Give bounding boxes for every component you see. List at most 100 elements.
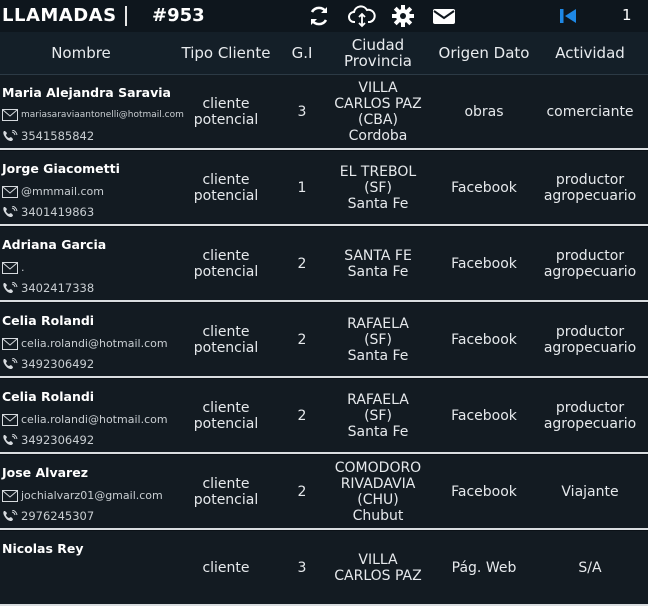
app-title: LLAMADAS (2, 5, 117, 26)
provincia-line: Cordoba (348, 127, 408, 144)
contact-phone[interactable]: 3492306492 (2, 433, 94, 447)
ciudad-line: VILLA (358, 551, 398, 568)
col-ciudad-provincia[interactable]: Ciudad Provincia (322, 32, 434, 74)
ciudad-line: RAFAELA (347, 391, 409, 408)
actividad-line: agropecuario (543, 415, 637, 432)
origen-dato-cell: Facebook (451, 255, 517, 272)
actividad-line: productor (555, 247, 625, 264)
table-row[interactable]: Celia Rolandi celia.rolandi@hotmail.com 34… (0, 379, 648, 454)
ciudad-line: SANTA FE (344, 247, 412, 264)
email-text: mariasaraviaantonelli@hotmail.com (21, 110, 184, 120)
contact-email[interactable]: @mmmail.com (2, 185, 104, 198)
page-count: 1 (622, 6, 632, 24)
refresh-icon[interactable] (307, 4, 331, 28)
actividad-line: agropecuario (543, 339, 637, 356)
contact-name: Celia Rolandi (2, 313, 95, 328)
gear-icon[interactable] (391, 4, 415, 28)
cloud-sync-icon[interactable] (348, 4, 376, 28)
contact-phone[interactable]: 3492306492 (2, 357, 94, 371)
origen-dato-cell: Facebook (451, 483, 517, 500)
ciudad-provincia-cell: VILLA CARLOS PAZ (CBA) Cordoba (322, 75, 434, 148)
tipo-line: cliente (202, 475, 250, 492)
ciudad-provincia-cell: SANTA FE Santa Fe (322, 227, 434, 300)
col-actividad[interactable]: Actividad (534, 32, 646, 74)
table-row[interactable]: Nicolas Rey cliente 3 VILLA CARLOS PAZ Pág. W… (0, 531, 648, 606)
phone-text: 3492306492 (21, 433, 95, 447)
provincia-line: Santa Fe (347, 347, 409, 364)
ciudad-line: CARLOS PAZ (334, 95, 422, 112)
ciudad-line: COMODORO (334, 459, 422, 476)
phone-icon (2, 358, 18, 370)
mail-icon (2, 185, 18, 198)
provincia-line: Santa Fe (347, 423, 409, 440)
contact-email[interactable]: mariasaraviaantonelli@hotmail.com (2, 109, 184, 121)
actividad-cell: productor agropecuario (534, 379, 646, 452)
ciudad-line: EL TREBOL (339, 163, 417, 180)
email-text: jochialvarz01@gmail.com (21, 489, 163, 502)
phone-icon (2, 434, 18, 446)
phone-text: 3401419863 (21, 205, 95, 219)
gi-cell: 2 (297, 255, 307, 272)
ciudad-line: VILLA (358, 79, 398, 96)
table-row[interactable]: Jorge Giacometti @mmmail.com 3401419863 cli… (0, 151, 648, 226)
actividad-line: productor (555, 399, 625, 416)
origen-dato-cell: Facebook (451, 407, 517, 424)
actividad-cell: productor agropecuario (534, 151, 646, 224)
actividad-line: agropecuario (543, 187, 637, 204)
contact-email[interactable]: celia.rolandi@hotmail.com (2, 413, 168, 426)
col-nombre[interactable]: Nombre (0, 32, 162, 74)
contact-phone[interactable]: 3541585842 (2, 129, 94, 143)
gi-cell: 2 (297, 407, 307, 424)
top-bar: LLAMADAS #953 1 (0, 0, 648, 32)
ciudad-provincia-cell: EL TREBOL (SF) Santa Fe (322, 151, 434, 224)
table-row[interactable]: Adriana Garcia. 3402417338 cliente potencia… (0, 227, 648, 302)
first-page-icon[interactable] (556, 4, 580, 28)
actividad-line: Viajante (561, 483, 619, 500)
contact-phone[interactable]: 3402417338 (2, 281, 94, 295)
gi-cell: 1 (297, 179, 307, 196)
tipo-line: cliente (202, 171, 250, 188)
actividad-cell: Viajante (534, 455, 646, 528)
tipo-line: potencial (193, 263, 259, 280)
mail-icon[interactable] (432, 4, 456, 28)
tipo-cliente-cell: cliente potencial (180, 151, 272, 224)
contact-name: Nicolas Rey (2, 541, 84, 556)
col-tipo-cliente[interactable]: Tipo Cliente (180, 32, 272, 74)
tipo-cliente-cell: cliente potencial (180, 227, 272, 300)
tipo-cliente-cell: cliente potencial (180, 303, 272, 376)
table-row[interactable]: Maria Alejandra Saravia mariasaraviaanton… (0, 75, 648, 150)
tipo-line: cliente (202, 247, 250, 264)
actividad-cell: comerciante (534, 75, 646, 148)
mail-icon (2, 489, 18, 502)
ciudad-line: (CBA) (358, 111, 398, 128)
contact-email[interactable]: . (2, 261, 25, 274)
email-text: celia.rolandi@hotmail.com (21, 413, 168, 426)
tipo-cliente-cell: cliente potencial (180, 455, 272, 528)
contact-name: Jose Alvarez (2, 465, 88, 480)
origen-dato-cell: Facebook (451, 331, 517, 348)
email-text: @mmmail.com (21, 185, 104, 198)
ciudad-line: (CHU) (357, 491, 399, 508)
contact-email[interactable]: jochialvarz01@gmail.com (2, 489, 163, 502)
phone-text: 3402417338 (21, 281, 95, 295)
ciudad-line: (SF) (364, 331, 392, 348)
contact-name: Jorge Giacometti (2, 161, 120, 176)
col-gi[interactable]: G.I (282, 32, 322, 74)
phone-icon (2, 130, 18, 142)
col-ciudad-label: Ciudad (351, 36, 405, 54)
phone-icon (2, 282, 18, 294)
contact-phone[interactable]: 3401419863 (2, 205, 94, 219)
table-row[interactable]: Celia Rolandi celia.rolandi@hotmail.com 34… (0, 303, 648, 378)
col-origen-dato[interactable]: Origen Dato (434, 32, 534, 74)
table-row[interactable]: Jose Alvarez jochialvarz01@gmail.com 29762… (0, 455, 648, 530)
tipo-line: cliente (202, 95, 250, 112)
provincia-line: Santa Fe (347, 195, 409, 212)
ciudad-provincia-cell: COMODORO RIVADAVIA (CHU) Chubut (322, 455, 434, 528)
mail-icon (2, 337, 18, 350)
phone-icon (2, 510, 18, 522)
provincia-line: Chubut (352, 507, 404, 524)
tipo-line: potencial (193, 187, 259, 204)
contact-phone[interactable]: 2976245307 (2, 509, 94, 523)
phone-text: 2976245307 (21, 509, 95, 523)
contact-email[interactable]: celia.rolandi@hotmail.com (2, 337, 168, 350)
